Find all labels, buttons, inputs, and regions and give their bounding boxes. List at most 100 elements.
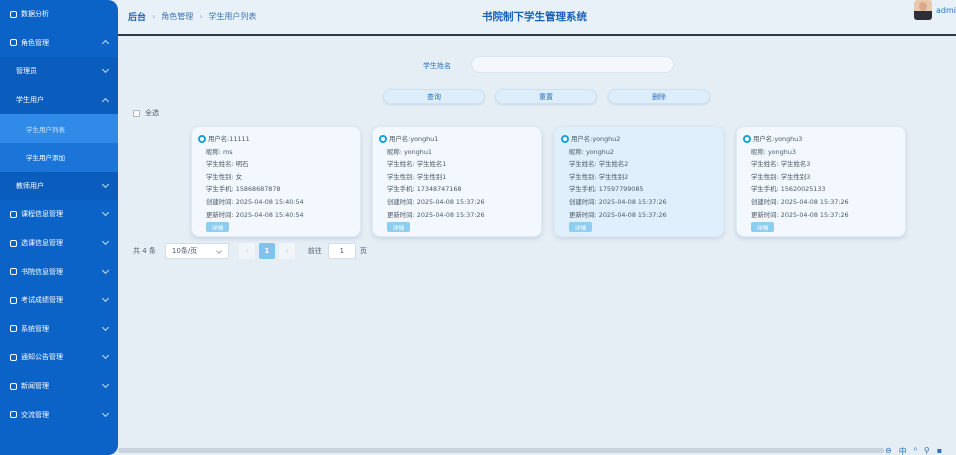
card-name-row: 学生姓名: 学生姓名3 <box>743 158 899 171</box>
field-label: 学生姓名: <box>751 160 781 169</box>
sidebar-item-role-management[interactable]: 角色管理 <box>0 29 118 58</box>
card-select-radio[interactable] <box>561 135 569 144</box>
card-select-radio[interactable] <box>743 135 751 144</box>
card-updated-time: 2025-04-08 15:37:26 <box>416 210 485 219</box>
card-phone: 15620025133 <box>780 185 826 194</box>
chevron-down-icon <box>101 238 110 246</box>
sidebar-item-notices[interactable]: 通知公告管理 <box>0 343 118 372</box>
sidebar-item-label: 学生用户列表 <box>26 125 65 134</box>
breadcrumb-item[interactable]: 角色管理 <box>161 11 193 22</box>
field-label: 昵称: <box>751 147 768 156</box>
avatar[interactable] <box>914 0 932 20</box>
menu-icon <box>10 382 17 390</box>
field-label: 更新时间: <box>387 210 417 219</box>
tray-icon[interactable]: ⚲ <box>924 446 930 455</box>
detail-button[interactable]: 详情 <box>751 222 774 233</box>
card-nickname: ms <box>222 147 233 156</box>
field-label: 创建时间: <box>569 197 599 206</box>
sidebar-item-exchange[interactable]: 交流管理 <box>0 400 118 429</box>
query-button[interactable]: 查询 <box>383 89 485 104</box>
sidebar-item-admin[interactable]: 管理员 <box>0 57 118 86</box>
chevron-down-icon <box>101 209 110 217</box>
system-tray: ⊖ 中 ⁰ ⚲ ▪ <box>885 446 949 455</box>
breadcrumb-separator: › <box>152 12 156 21</box>
prev-page-button[interactable]: ‹ <box>238 242 255 259</box>
field-label: 学生姓名: <box>206 160 236 169</box>
menu-icon <box>10 296 17 304</box>
student-card[interactable]: 用户名: yonghu1 昵称: yonghu1 学生姓名: 学生姓名1 学生性… <box>372 126 542 237</box>
sidebar-item-course-selection[interactable]: 选课信息管理 <box>0 229 118 258</box>
student-name-search-input[interactable] <box>471 56 674 73</box>
sidebar-item-course[interactable]: 课程信息管理 <box>0 200 118 229</box>
reset-button[interactable]: 重置 <box>495 89 597 104</box>
detail-button[interactable]: 详情 <box>569 222 592 233</box>
tray-icon[interactable]: ▪ <box>937 446 942 455</box>
menu-icon <box>10 325 17 333</box>
delete-button[interactable]: 删除 <box>608 89 710 104</box>
card-gender: 学生性别3 <box>780 172 811 181</box>
sidebar-item-data-analysis[interactable]: 数据分析 <box>0 0 118 29</box>
card-select-radio[interactable] <box>379 135 387 144</box>
field-label: 用户名: <box>753 135 775 143</box>
sidebar-item-college[interactable]: 书院信息管理 <box>0 257 118 286</box>
student-card[interactable]: 用户名: yonghu3 昵称: yonghu3 学生姓名: 学生姓名3 学生性… <box>736 126 906 237</box>
sidebar-item-label: 系统管理 <box>21 324 49 333</box>
card-created-row: 创建时间: 2025-04-08 15:37:26 <box>743 196 899 209</box>
card-updated-row: 更新时间: 2025-04-08 15:37:26 <box>561 209 717 222</box>
horizontal-scrollbar[interactable] <box>118 448 884 453</box>
page-number-current[interactable]: 1 <box>258 242 275 259</box>
field-label: 学生手机: <box>387 185 417 194</box>
sidebar-item-label: 选课信息管理 <box>21 239 63 248</box>
sidebar-item-student-list[interactable]: 学生用户列表 <box>0 114 118 143</box>
sidebar-item-label: 通知公告管理 <box>21 353 63 362</box>
goto-label: 前往 <box>307 246 322 255</box>
goto-page-input[interactable]: 1 <box>327 242 356 259</box>
tray-icon[interactable]: ⁰ <box>914 446 917 455</box>
card-nickname-row: 昵称: yonghu3 <box>743 146 899 159</box>
select-all-checkbox[interactable] <box>133 109 140 117</box>
menu-icon <box>10 411 17 419</box>
field-label: 学生性别: <box>751 172 781 181</box>
sidebar-item-student-user[interactable]: 学生用户 <box>0 85 118 115</box>
chevron-down-icon <box>101 266 110 274</box>
field-label: 创建时间: <box>387 197 417 206</box>
card-gender: 学生性别1 <box>416 172 447 181</box>
menu-icon <box>10 268 17 276</box>
menu-icon <box>10 10 17 18</box>
student-card[interactable]: 用户名: 11111 昵称: ms 学生姓名: 明石 学生性别: 女 学生手机:… <box>191 126 361 237</box>
sidebar-item-system[interactable]: 系统管理 <box>0 315 118 344</box>
card-select-radio[interactable] <box>198 135 206 144</box>
tray-icon[interactable]: ⊖ <box>885 446 892 455</box>
card-phone-row: 学生手机: 15868687878 <box>198 183 354 196</box>
sidebar-item-news[interactable]: 新闻管理 <box>0 372 118 401</box>
card-student-name: 学生姓名3 <box>780 160 811 169</box>
sidebar-item-student-add[interactable]: 学生用户添加 <box>0 142 118 172</box>
chevron-down-icon <box>216 247 222 254</box>
card-gender-row: 学生性别: 学生性别1 <box>379 171 535 184</box>
card-gender-row: 学生性别: 学生性别2 <box>561 171 717 184</box>
sidebar-item-exam-scores[interactable]: 考试成绩管理 <box>0 286 118 315</box>
breadcrumb-home[interactable]: 后台 <box>128 10 146 23</box>
field-label: 学生手机: <box>206 185 236 194</box>
card-student-name: 学生姓名1 <box>416 160 447 169</box>
card-phone-row: 学生手机: 15620025133 <box>743 183 899 196</box>
menu-icon <box>10 210 17 218</box>
student-card[interactable]: 用户名: yonghu2 昵称: yonghu2 学生姓名: 学生姓名2 学生性… <box>554 126 724 237</box>
field-label: 昵称: <box>569 147 586 156</box>
card-username-row: 用户名: yonghu2 <box>561 133 717 146</box>
detail-button[interactable]: 详情 <box>206 222 229 233</box>
pagination-total: 共 4 条 <box>133 246 156 255</box>
card-nickname: yonghu3 <box>767 147 796 156</box>
tray-icon[interactable]: 中 <box>899 446 907 455</box>
user-name[interactable]: admin <box>936 6 956 15</box>
detail-button[interactable]: 详情 <box>387 222 410 233</box>
next-page-button[interactable]: › <box>278 242 295 259</box>
page-size-select[interactable]: 10条/页 <box>164 242 229 259</box>
card-nickname: yonghu1 <box>403 147 432 156</box>
select-all[interactable]: 全选 <box>133 108 159 118</box>
sidebar-item-teacher-user[interactable]: 教师用户 <box>0 171 118 201</box>
field-label: 学生性别: <box>569 172 599 181</box>
card-created-row: 创建时间: 2025-04-08 15:37:26 <box>379 196 535 209</box>
card-name-row: 学生姓名: 学生姓名2 <box>561 158 717 171</box>
card-created-time: 2025-04-08 15:37:26 <box>598 197 667 206</box>
